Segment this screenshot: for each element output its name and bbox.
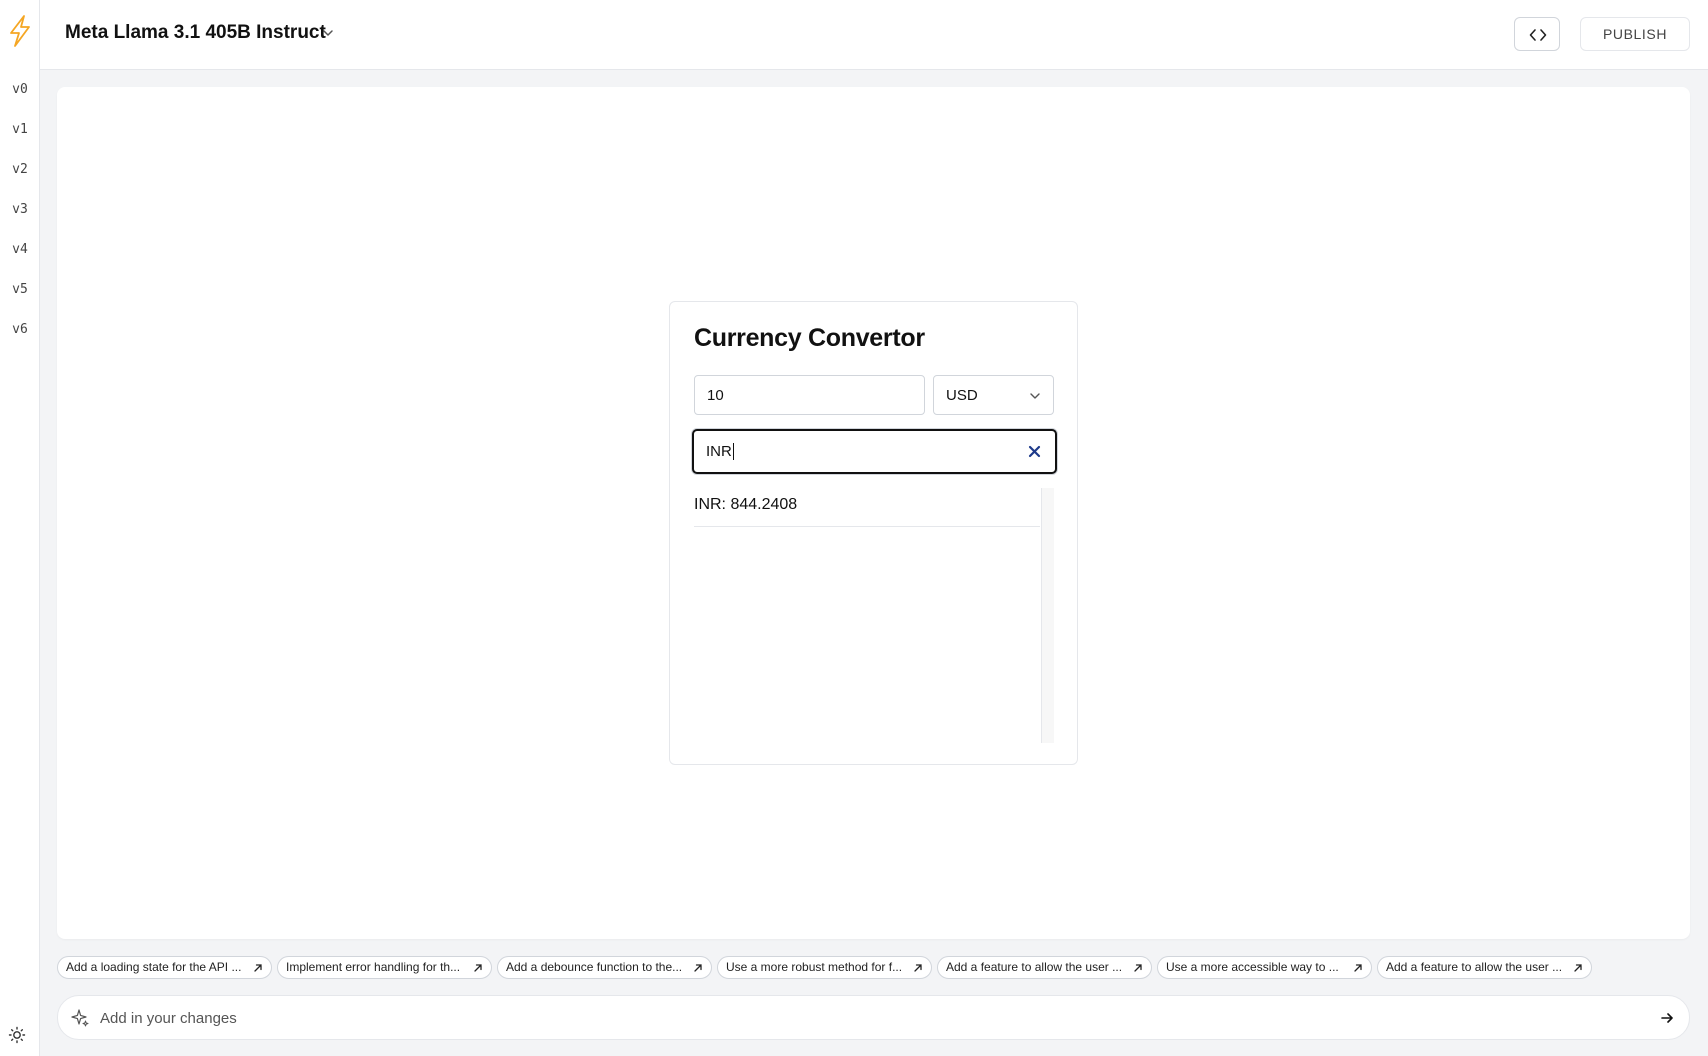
model-selector[interactable]: Meta Llama 3.1 405B Instruct xyxy=(65,22,326,44)
arrow-up-right-icon xyxy=(694,964,702,972)
suggestion-chip[interactable]: Use a more robust method for f... xyxy=(717,956,932,979)
suggestion-label: Add a debounce function to the... xyxy=(506,960,683,974)
version-item-v5[interactable]: v5 xyxy=(0,276,40,316)
suggestion-label: Implement error handling for th... xyxy=(286,960,461,974)
arrow-right-icon xyxy=(1661,1013,1673,1023)
results-list[interactable]: INR: 844.2408 xyxy=(694,488,1054,743)
base-currency-select[interactable]: USD xyxy=(933,375,1054,415)
amount-input[interactable] xyxy=(694,375,925,415)
suggestion-chip[interactable]: Add a debounce function to the... xyxy=(497,956,712,979)
version-sidebar: v0 v1 v2 v3 v4 v5 v6 xyxy=(0,0,40,1056)
suggestion-label: Add a feature to allow the user ... xyxy=(946,960,1123,974)
preview-canvas: Currency Convertor USD INR INR: 844.2408 xyxy=(57,87,1690,939)
currency-search-input[interactable]: INR xyxy=(692,429,1057,474)
prompt-input[interactable] xyxy=(98,996,1602,1041)
version-list: v0 v1 v2 v3 v4 v5 v6 xyxy=(0,76,40,356)
version-item-v1[interactable]: v1 xyxy=(0,116,40,156)
arrow-up-right-icon xyxy=(914,964,922,972)
version-item-v2[interactable]: v2 xyxy=(0,156,40,196)
view-code-button[interactable] xyxy=(1514,17,1560,51)
arrow-up-right-icon xyxy=(1574,964,1582,972)
version-item-v4[interactable]: v4 xyxy=(0,236,40,276)
suggestion-chip[interactable]: Use a more accessible way to ... xyxy=(1157,956,1372,979)
sparkle-icon xyxy=(71,1009,89,1027)
converter-card: Currency Convertor USD INR INR: 844.2408 xyxy=(669,301,1078,765)
base-currency-value: USD xyxy=(946,387,978,404)
close-icon[interactable] xyxy=(1028,445,1041,458)
suggestion-label: Use a more robust method for f... xyxy=(726,960,903,974)
chevron-down-icon xyxy=(1030,393,1040,399)
suggestion-label: Add a feature to allow the user ... xyxy=(1386,960,1563,974)
suggestion-chip[interactable]: Implement error handling for th... xyxy=(277,956,492,979)
search-value: INR xyxy=(706,443,734,460)
prompt-bar xyxy=(57,995,1690,1041)
suggestion-chip[interactable]: Add a feature to allow the user ... xyxy=(937,956,1152,979)
suggestion-chip[interactable]: Add a loading state for the API ... xyxy=(57,956,272,979)
sun-icon[interactable] xyxy=(8,1026,26,1044)
suggestion-chip[interactable]: Add a feature to allow the user ... xyxy=(1377,956,1592,979)
suggestion-label: Add a loading state for the API ... xyxy=(66,960,242,974)
code-brackets-icon xyxy=(1529,29,1547,41)
chevron-down-icon[interactable] xyxy=(321,26,335,40)
arrow-up-right-icon xyxy=(1354,964,1362,972)
version-item-v3[interactable]: v3 xyxy=(0,196,40,236)
publish-button[interactable]: PUBLISH xyxy=(1580,17,1690,51)
result-item[interactable]: INR: 844.2408 xyxy=(694,488,1040,527)
arrow-up-right-icon xyxy=(1134,964,1142,972)
app-title: Currency Convertor xyxy=(694,324,925,352)
version-item-v0[interactable]: v0 xyxy=(0,76,40,116)
top-bar: Meta Llama 3.1 405B Instruct PUBLISH xyxy=(40,0,1708,70)
lightning-bolt-icon[interactable] xyxy=(5,14,35,48)
arrow-up-right-icon xyxy=(474,964,482,972)
suggestion-label: Use a more accessible way to ... xyxy=(1166,960,1339,974)
arrow-up-right-icon xyxy=(254,964,262,972)
version-item-v6[interactable]: v6 xyxy=(0,316,40,356)
suggestion-chips: Add a loading state for the API ... Impl… xyxy=(57,956,1697,980)
send-button[interactable] xyxy=(1651,1002,1683,1034)
results-scrollbar[interactable] xyxy=(1041,488,1054,743)
